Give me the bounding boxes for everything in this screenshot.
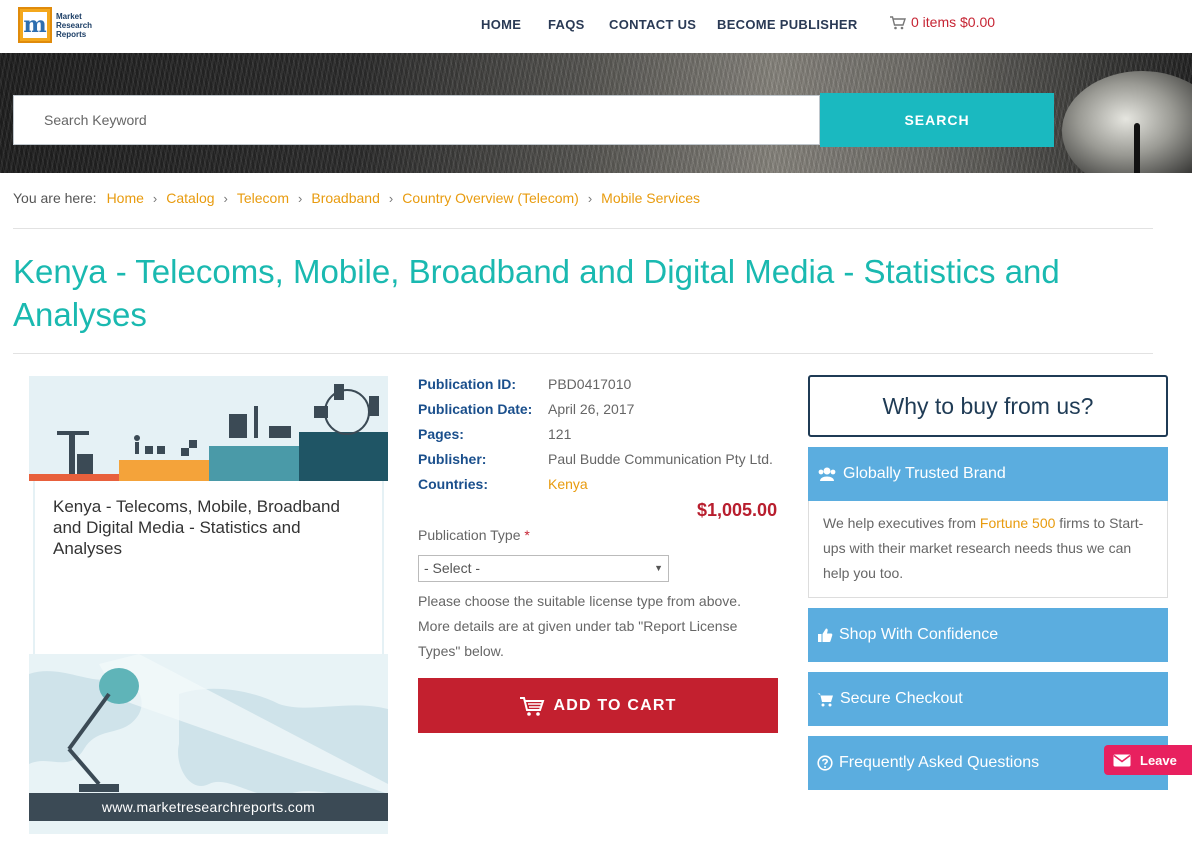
required-marker: *: [524, 527, 530, 543]
users-icon: [818, 467, 836, 481]
publication-type-select[interactable]: - Select - ▼: [418, 555, 669, 582]
cart-summary: 0 items $0.00: [911, 14, 996, 30]
breadcrumb-label: You are here:: [13, 190, 97, 206]
search-button[interactable]: SEARCH: [820, 93, 1054, 147]
logo-text: Market Research Reports: [56, 11, 93, 39]
divider: [13, 353, 1153, 354]
divider: [13, 228, 1153, 229]
logo[interactable]: m Market Research Reports: [18, 5, 100, 45]
search-input[interactable]: [14, 96, 819, 144]
report-cover-image: Kenya - Telecoms, Mobile, Broadband and …: [29, 376, 388, 834]
breadcrumb-mobile-services[interactable]: Mobile Services: [601, 190, 700, 206]
shop-with-confidence-tab[interactable]: Shop With Confidence: [808, 608, 1168, 662]
cat-pupil-image: [1134, 123, 1140, 173]
nav-become-publisher[interactable]: BECOME PUBLISHER: [717, 17, 858, 32]
cart-icon: [817, 693, 833, 706]
country-link[interactable]: Kenya: [548, 476, 588, 492]
logo-icon: m: [18, 7, 52, 43]
cover-illustration: [29, 376, 388, 481]
secure-checkout-tab[interactable]: Secure Checkout: [808, 672, 1168, 726]
breadcrumb-country-overview[interactable]: Country Overview (Telecom): [402, 190, 579, 206]
add-to-cart-button[interactable]: ADD TO CART: [418, 678, 778, 733]
question-circle-icon: [817, 755, 833, 771]
nav-faqs[interactable]: FAQS: [548, 17, 585, 32]
trusted-brand-description: We help executives from Fortune 500 firm…: [808, 501, 1168, 598]
globally-trusted-brand-tab[interactable]: Globally Trusted Brand: [808, 447, 1168, 501]
breadcrumb-catalog[interactable]: Catalog: [166, 190, 214, 206]
price: $1,005.00: [697, 500, 778, 520]
breadcrumb-home[interactable]: Home: [107, 190, 144, 206]
cart-icon: [890, 15, 906, 29]
publication-type-label: Publication Type *: [418, 527, 530, 543]
chevron-right-icon: ›: [587, 190, 593, 206]
fortune-500-highlight: Fortune 500: [979, 515, 1056, 531]
breadcrumb-telecom[interactable]: Telecom: [237, 190, 289, 206]
breadcrumb: You are here: Home › Catalog › Telecom ›…: [13, 190, 700, 206]
top-header: m Market Research Reports HOME FAQS CONT…: [0, 0, 1192, 53]
chevron-right-icon: ›: [388, 190, 394, 206]
page-title: Kenya - Telecoms, Mobile, Broadband and …: [13, 253, 1060, 333]
chevron-right-icon: ›: [223, 190, 228, 206]
search-field: [13, 95, 820, 145]
thumbs-up-icon: [818, 628, 833, 642]
cart-link[interactable]: 0 items $0.00: [889, 14, 995, 30]
chevron-right-icon: ›: [298, 190, 303, 206]
breadcrumb-broadband[interactable]: Broadband: [311, 190, 380, 206]
cover-title: Kenya - Telecoms, Mobile, Broadband and …: [53, 497, 340, 558]
cover-url: www.marketresearchreports.com: [29, 793, 388, 821]
nav-contact-us[interactable]: CONTACT US: [609, 17, 696, 32]
leave-message-button[interactable]: Leave: [1104, 745, 1192, 775]
why-buy-heading: Why to buy from us?: [808, 375, 1168, 437]
license-help-text: Please choose the suitable license type …: [418, 593, 741, 659]
nav-home[interactable]: HOME: [481, 17, 521, 32]
envelope-icon: [1104, 745, 1140, 775]
dropdown-arrow-icon: ▼: [654, 563, 663, 573]
chevron-right-icon: ›: [152, 190, 158, 206]
cart-icon: [520, 696, 545, 716]
